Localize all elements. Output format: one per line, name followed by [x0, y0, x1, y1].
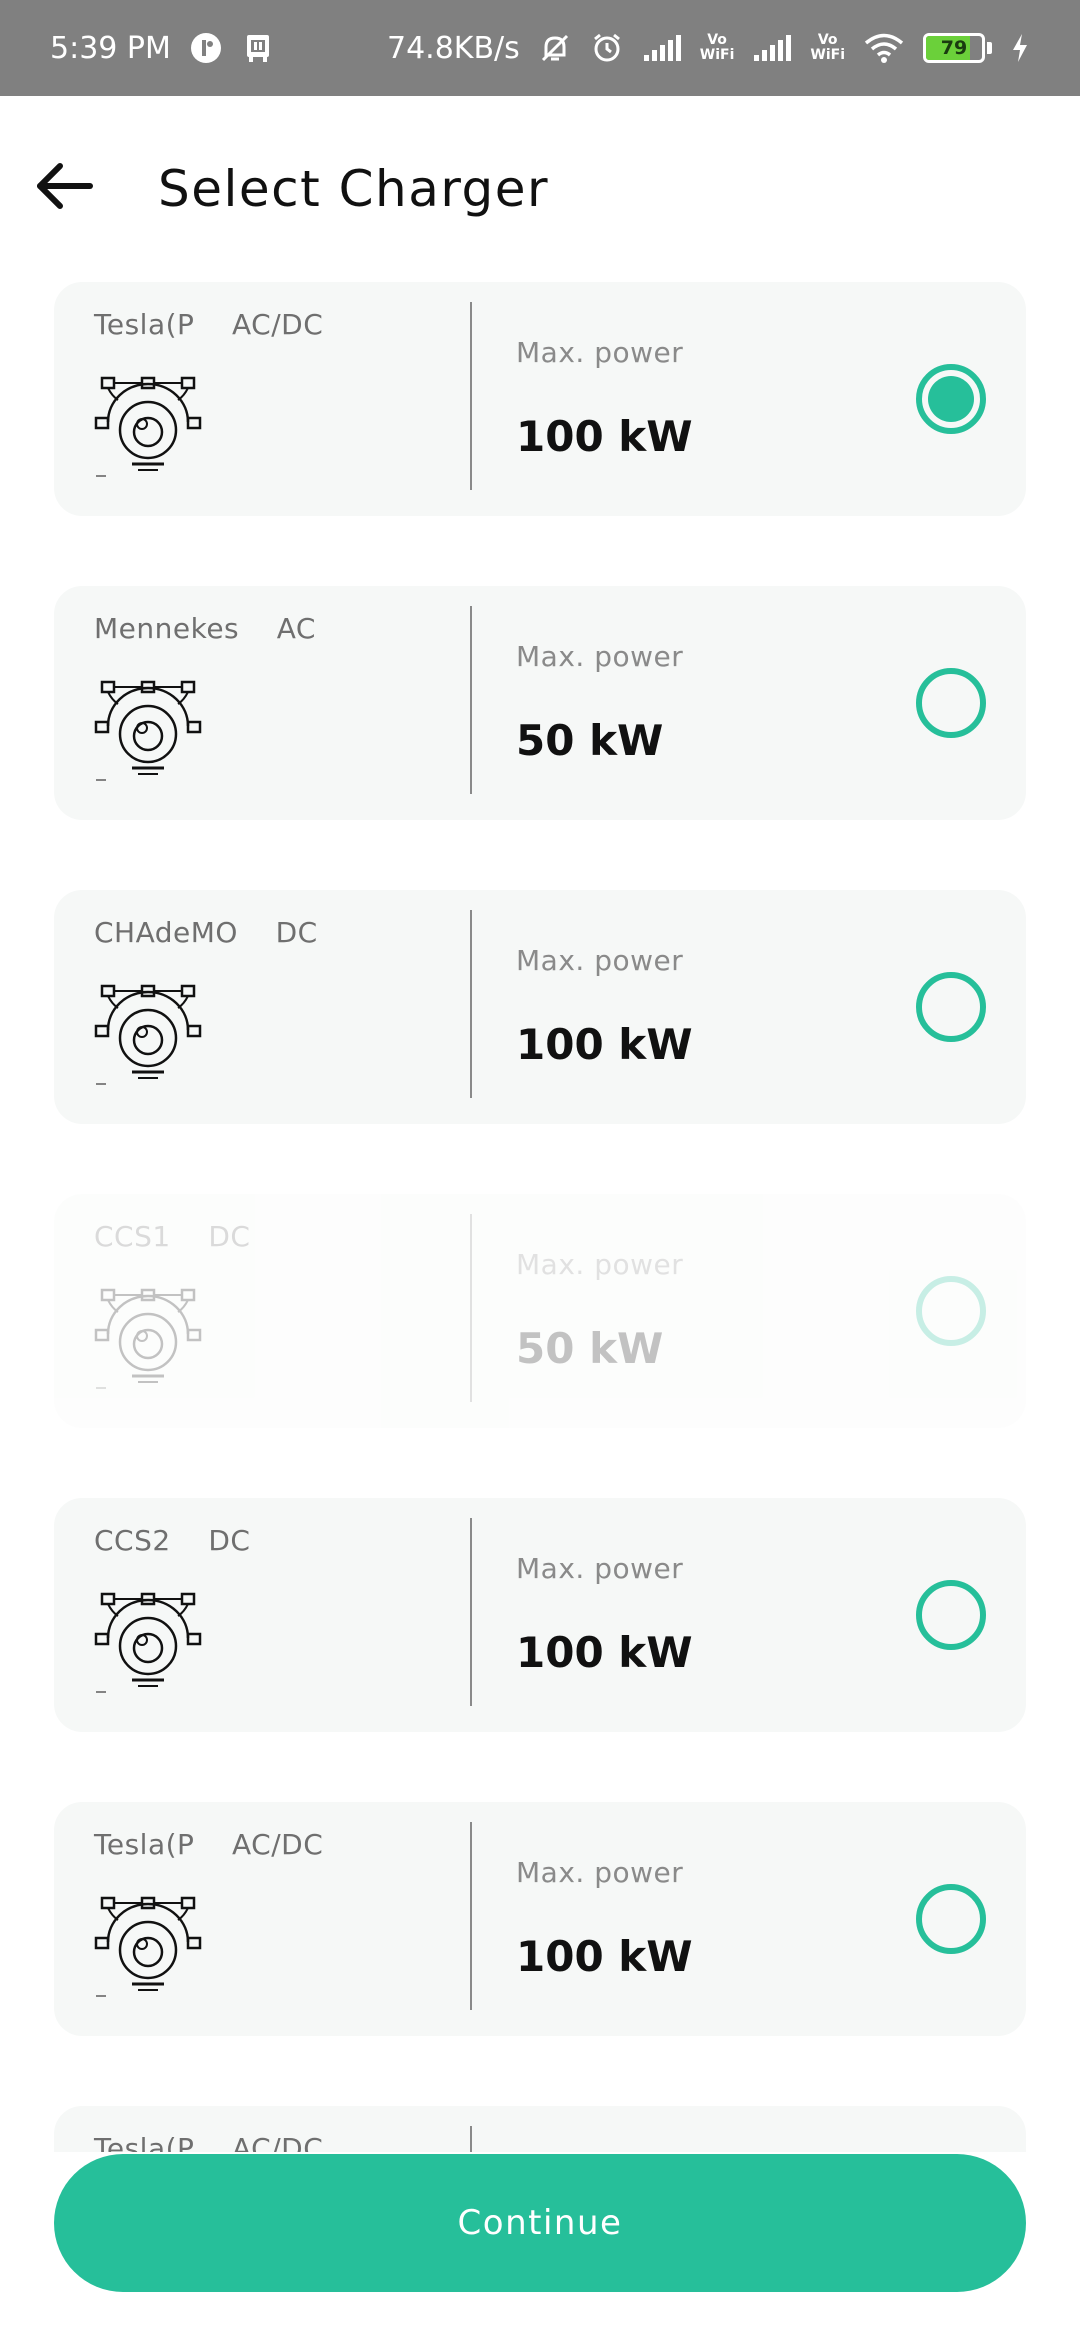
charger-card[interactable]: Tesla(P AC/DC Max. power	[54, 2106, 1026, 2152]
charger-name: Tesla(P	[94, 308, 195, 341]
charger-name: CCS1	[94, 1220, 171, 1253]
app-header: Select Charger	[0, 96, 1080, 286]
status-bar-left: 5:39 PM	[50, 31, 275, 66]
charger-connector-icon	[94, 984, 202, 1085]
vowifi-2-icon: Vo WiFi	[810, 32, 845, 63]
charger-card[interactable]: Tesla(P AC/DC Max. power 100 kW	[54, 282, 1026, 516]
charger-card[interactable]: CCS2 DC Max. power 100 kW	[54, 1498, 1026, 1732]
charger-name: Tesla(P	[94, 1828, 195, 1861]
charger-card: CCS1 DC Max. power 50 kW	[54, 1194, 1026, 1428]
charger-connector-icon	[94, 1592, 202, 1693]
max-power-value: 50 kW	[516, 1324, 664, 1373]
max-power-label: Max. power	[516, 1552, 684, 1585]
app-notification-icon	[189, 31, 223, 65]
select-radio[interactable]	[916, 364, 986, 434]
arrow-left-icon	[37, 163, 93, 209]
card-divider	[470, 302, 472, 490]
status-bar: 5:39 PM 74.8KB/s Vo WiFi Vo WiFi 79	[0, 0, 1080, 96]
charger-name: Mennekes	[94, 612, 240, 645]
max-power-label: Max. power	[516, 1856, 684, 1889]
charger-type: Tesla(P AC/DC	[94, 2132, 323, 2152]
card-divider	[470, 910, 472, 1098]
charger-type: CCS1 DC	[94, 1220, 250, 1253]
charger-current: DC	[208, 1220, 251, 1253]
select-radio[interactable]	[916, 1276, 986, 1346]
battery-level: 79	[940, 37, 968, 59]
status-time: 5:39 PM	[50, 30, 171, 66]
status-bar-right: 74.8KB/s Vo WiFi Vo WiFi 79	[387, 31, 1030, 66]
charger-connector-icon	[94, 1896, 202, 1997]
select-radio[interactable]	[916, 1884, 986, 1954]
charger-type: Tesla(P AC/DC	[94, 308, 323, 341]
charger-card[interactable]: Mennekes AC Max. power 50 kW	[54, 586, 1026, 820]
charger-card[interactable]: Tesla(P AC/DC Max. power 100 kW	[54, 1802, 1026, 2036]
card-divider	[470, 606, 472, 794]
select-radio[interactable]	[916, 668, 986, 738]
card-divider	[470, 1518, 472, 1706]
charger-name: CHAdeMO	[94, 916, 238, 949]
continue-button[interactable]: Continue	[54, 2154, 1026, 2292]
vowifi-1-icon: Vo WiFi	[699, 32, 735, 63]
charger-name: CCS2	[94, 1524, 171, 1557]
radio-selected-dot	[928, 376, 974, 422]
charger-card[interactable]: CHAdeMO DC Max. power 100 kW	[54, 890, 1026, 1124]
max-power-value: 50 kW	[516, 716, 664, 765]
select-radio[interactable]	[916, 972, 986, 1042]
battery-icon: 79	[923, 33, 992, 63]
sim-card-icon	[241, 31, 275, 65]
max-power-value: 100 kW	[516, 1628, 693, 1677]
max-power-label: Max. power	[516, 336, 684, 369]
charger-type: Mennekes AC	[94, 612, 316, 645]
max-power-label: Max. power	[516, 1248, 684, 1281]
net-speed: 74.8KB/s	[386, 30, 520, 66]
max-power-value: 100 kW	[516, 1020, 693, 1069]
charger-type: CHAdeMO DC	[94, 916, 318, 949]
alarm-icon	[590, 31, 624, 65]
charger-list[interactable]: Tesla(P AC/DC Max. power 100 kW Mennekes…	[0, 282, 1080, 2152]
charger-current: DC	[275, 916, 318, 949]
charger-current: AC/DC	[232, 308, 324, 341]
max-power-label: Max. power	[516, 640, 684, 673]
charger-current: AC/DC	[232, 1828, 324, 1861]
max-power-label: Max. power	[516, 944, 684, 977]
charger-type: CCS2 DC	[94, 1524, 250, 1557]
charger-name: Tesla(P	[94, 2132, 195, 2152]
back-button[interactable]	[34, 156, 94, 216]
signal-1-icon	[642, 33, 682, 63]
charger-connector-icon	[94, 1288, 202, 1389]
charger-type: Tesla(P AC/DC	[94, 1828, 323, 1861]
card-divider	[470, 1822, 472, 2010]
charging-icon	[1010, 32, 1030, 64]
page-title: Select Charger	[158, 160, 550, 218]
wifi-icon	[863, 32, 905, 64]
select-radio[interactable]	[916, 1580, 986, 1650]
mute-icon	[538, 31, 572, 65]
charger-current: AC/DC	[232, 2132, 324, 2152]
charger-current: DC	[208, 1524, 251, 1557]
card-divider	[470, 2126, 472, 2152]
signal-2-icon	[752, 33, 792, 63]
charger-connector-icon	[94, 376, 202, 477]
max-power-value: 100 kW	[516, 1932, 693, 1981]
max-power-value: 100 kW	[516, 412, 693, 461]
card-divider	[470, 1214, 472, 1402]
charger-current: AC	[276, 612, 316, 645]
charger-connector-icon	[94, 680, 202, 781]
